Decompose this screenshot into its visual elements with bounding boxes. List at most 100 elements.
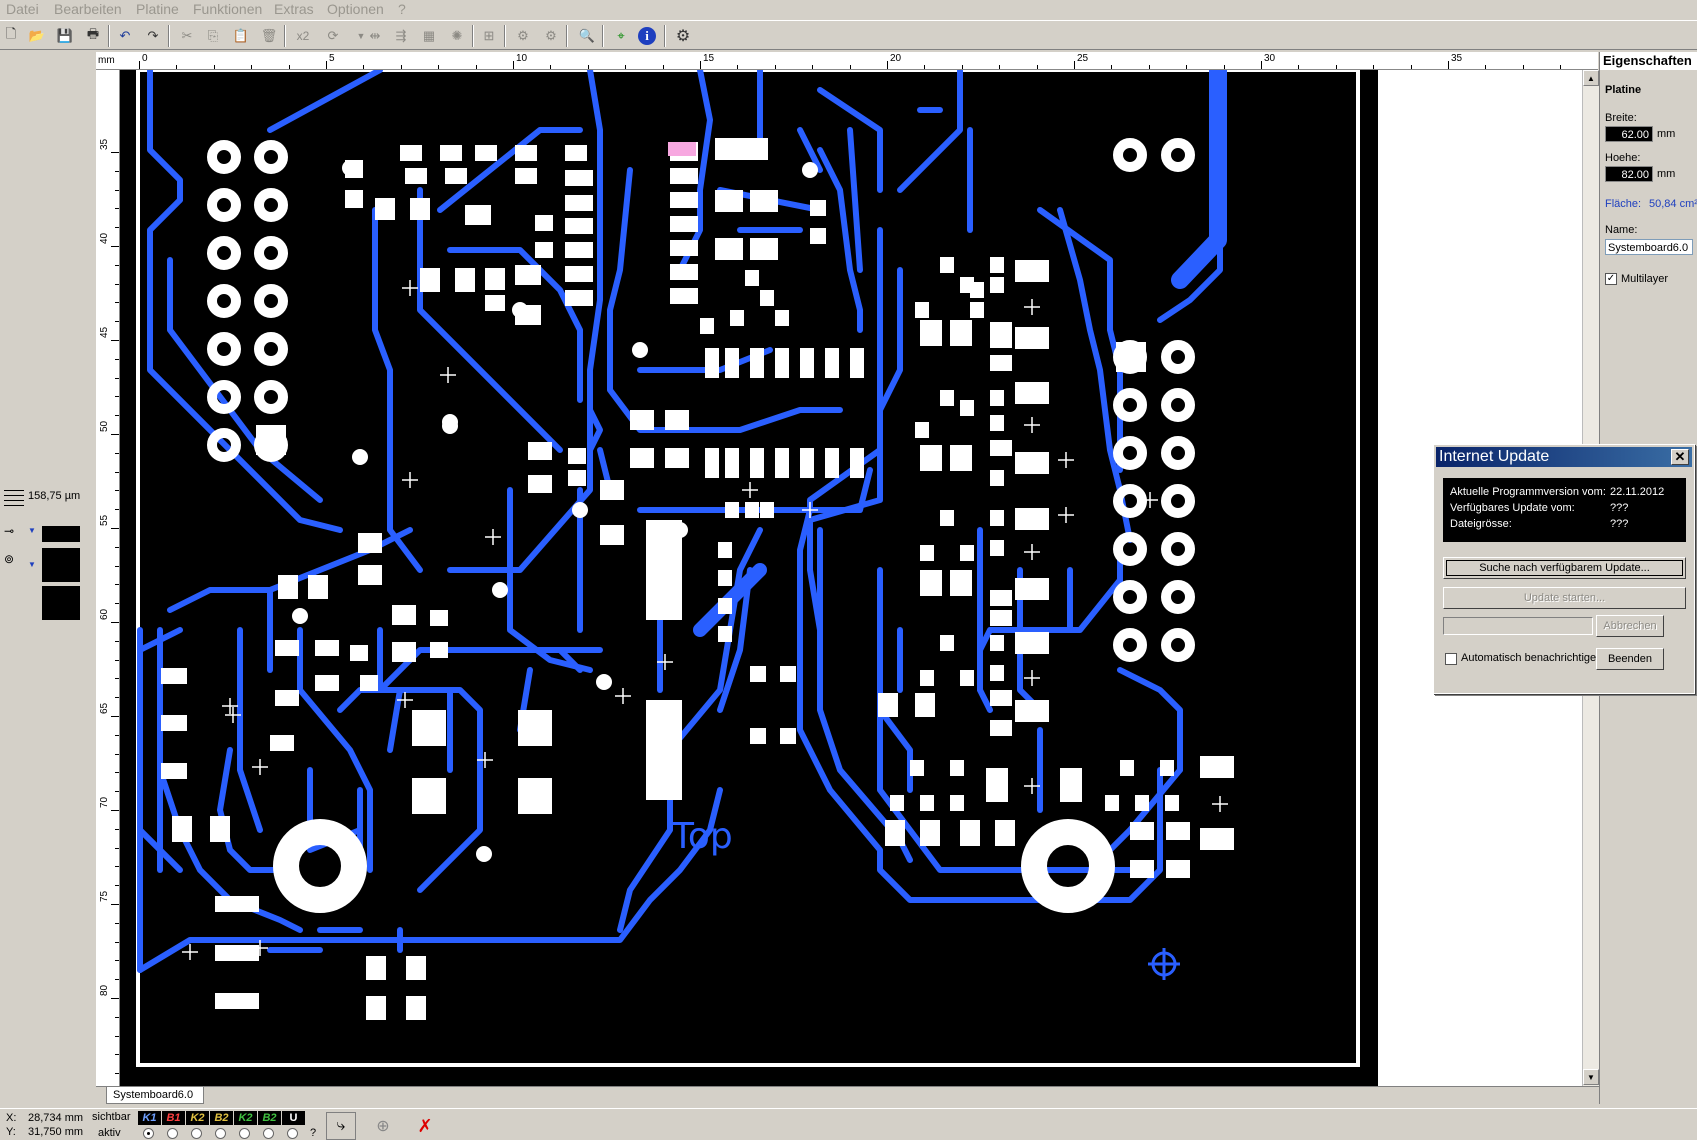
pcb-board[interactable]: Top: [120, 70, 1582, 1086]
width-field[interactable]: 62.00: [1605, 126, 1653, 142]
pcb-canvas[interactable]: Top: [120, 70, 1582, 1086]
layer-b1[interactable]: B1: [162, 1111, 185, 1125]
left-panel: 158,75 µm ⊸ ▼ ⊚ ▼: [0, 52, 94, 1082]
ruler-label: 65: [99, 702, 110, 714]
active-radio-k2[interactable]: [191, 1128, 202, 1139]
help-mark[interactable]: ?: [310, 1127, 316, 1139]
active-radio-b1[interactable]: [167, 1128, 178, 1139]
pcb-pad: [445, 168, 467, 184]
menu-help[interactable]: ?: [398, 1, 406, 17]
ruler-label: 75: [99, 890, 110, 902]
pcb-pad: [406, 996, 426, 1020]
active-radio-b2[interactable]: [215, 1128, 226, 1139]
multilayer-checkbox[interactable]: ✓: [1605, 273, 1617, 285]
drill-size-field[interactable]: [42, 586, 80, 620]
active-radio-u[interactable]: [287, 1128, 298, 1139]
delete-icon[interactable]: 🗑: [258, 25, 280, 47]
layer-k2-alt[interactable]: K2: [234, 1111, 257, 1125]
active-radio-b2-alt[interactable]: [263, 1128, 274, 1139]
layer-k2[interactable]: K2: [186, 1111, 209, 1125]
height-field[interactable]: 82.00: [1605, 166, 1653, 182]
paste-icon[interactable]: 📋: [230, 25, 252, 47]
redo-icon[interactable]: ↷: [142, 25, 164, 47]
document-tab[interactable]: Systemboard6.0: [106, 1087, 205, 1104]
vertical-ruler: 35 40 45 50 55 60 65 70 75 80: [96, 70, 120, 1086]
cut-icon[interactable]: ✂: [176, 25, 198, 47]
pcb-pad: [950, 760, 964, 776]
scroll-up-icon[interactable]: ▲: [1583, 70, 1599, 86]
name-field[interactable]: Systemboard6.0: [1605, 239, 1693, 255]
menu-optionen[interactable]: Optionen: [327, 1, 384, 17]
pcb-pad: [406, 956, 426, 980]
unlock-icon[interactable]: ⚙: [540, 25, 562, 47]
pad-size-dropdown-icon[interactable]: ▼: [28, 560, 36, 569]
pcb-pad: [745, 502, 759, 518]
active-radio-k1[interactable]: [143, 1128, 154, 1139]
mirror-icon[interactable]: x2: [292, 25, 314, 47]
ruler-tick: [111, 998, 119, 999]
component-icon[interactable]: ⊞: [478, 25, 500, 47]
crosshair-icon[interactable]: ⌖: [610, 25, 632, 47]
distribute-icon[interactable]: ⇶: [390, 25, 412, 47]
pcb-pad: [950, 570, 972, 596]
grid-icon[interactable]: [4, 486, 24, 506]
scroll-down-icon[interactable]: ▼: [1583, 1069, 1599, 1085]
group-icon[interactable]: ▦: [418, 25, 440, 47]
menu-datei[interactable]: Datei: [6, 1, 39, 17]
lock-icon[interactable]: ⚙: [512, 25, 534, 47]
no-connect-icon[interactable]: ✗: [410, 1112, 440, 1140]
start-update-button[interactable]: Update starten...: [1443, 587, 1686, 609]
undo-icon[interactable]: ↶: [114, 25, 136, 47]
pcb-pad: [275, 690, 299, 706]
route-tool-icon[interactable]: ⤷: [326, 1112, 356, 1140]
menu-bar: Datei Bearbeiten Platine Funktionen Extr…: [0, 0, 1697, 18]
pcb-pad: [990, 510, 1004, 526]
width-unit: mm: [1657, 128, 1676, 140]
pcb-pad: [515, 145, 537, 161]
pcb-pad: [420, 268, 440, 292]
ruler-minor-tick: [115, 452, 119, 454]
open-folder-icon[interactable]: 📂: [26, 25, 48, 47]
autoroute-icon[interactable]: ✺: [446, 25, 468, 47]
pcb-pad: [1200, 756, 1234, 778]
pcb-pad: [940, 257, 954, 273]
auto-notify-checkbox[interactable]: [1445, 653, 1457, 665]
layer-u[interactable]: U: [282, 1111, 305, 1125]
cancel-button[interactable]: Abbrechen: [1596, 615, 1664, 637]
menu-bearbeiten[interactable]: Bearbeiten: [54, 1, 122, 17]
close-icon[interactable]: ✕: [1671, 449, 1689, 465]
settings-icon[interactable]: ⚙: [672, 25, 694, 47]
ruler-tick: [111, 434, 119, 435]
save-icon[interactable]: 💾: [54, 25, 76, 47]
grid-value: 158,75 µm: [28, 490, 81, 502]
close-button[interactable]: Beenden: [1596, 648, 1664, 670]
via-tool-icon[interactable]: ⊕: [368, 1112, 398, 1140]
horizontal-ruler: mm 0510152025303540455055606570: [96, 52, 1598, 70]
layer-k1[interactable]: K1: [138, 1111, 161, 1125]
layer-b2-alt[interactable]: B2: [258, 1111, 281, 1125]
pad-size-field[interactable]: [42, 548, 80, 582]
ruler-tick: [326, 61, 327, 69]
current-version-label: Aktuelle Programmversion vom:: [1450, 486, 1606, 498]
rotate-icon[interactable]: ⟳: [322, 25, 344, 47]
new-file-icon[interactable]: 🗋: [0, 25, 22, 47]
copy-icon[interactable]: ⎘: [202, 25, 224, 47]
menu-platine[interactable]: Platine: [136, 1, 179, 17]
pcb-pad: [986, 768, 1008, 802]
track-width-field[interactable]: [42, 526, 80, 542]
menu-funktionen[interactable]: Funktionen: [193, 1, 262, 17]
print-icon[interactable]: 🖶: [82, 25, 104, 47]
pcb-pad: [1135, 795, 1149, 811]
layer-b2[interactable]: B2: [210, 1111, 233, 1125]
ruler-minor-tick: [115, 584, 119, 586]
align-icon[interactable]: ⇹: [364, 25, 386, 47]
pcb-pad: [440, 145, 462, 161]
track-width-dropdown-icon[interactable]: ▼: [28, 526, 36, 535]
menu-extras[interactable]: Extras: [274, 1, 314, 17]
search-update-button[interactable]: Suche nach verfügbarem Update...: [1443, 557, 1686, 579]
active-radio-k2-alt[interactable]: [239, 1128, 250, 1139]
pcb-pad: [915, 693, 935, 717]
zoom-icon[interactable]: 🔍: [576, 25, 598, 47]
pcb-via: [492, 582, 508, 598]
info-icon[interactable]: i: [638, 27, 656, 45]
